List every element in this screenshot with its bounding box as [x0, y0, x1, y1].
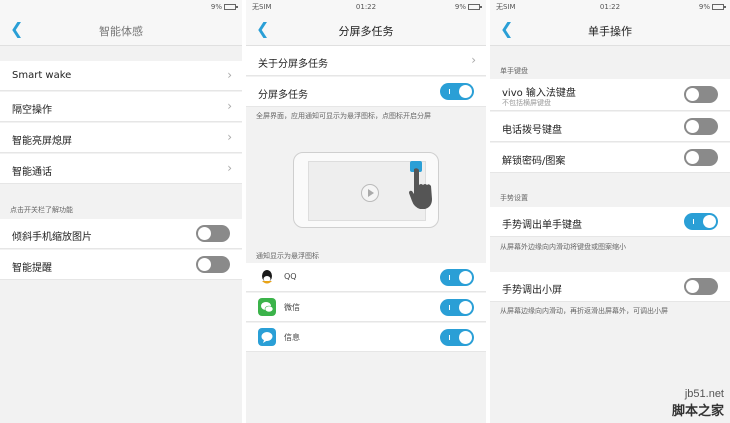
chevron-right-icon: › — [471, 53, 476, 67]
status-bar: 无SIM 01:22 9% — [490, 0, 730, 14]
qq-icon — [258, 268, 276, 286]
toggle-row-smart-reminder: 智能提醒 — [0, 250, 242, 280]
toggle-label: 解锁密码/图案 — [502, 156, 566, 167]
toggle-row-tilt-zoom: 倾斜手机缩放图片 — [0, 219, 242, 249]
menu-item-label: 关于分屏多任务 — [258, 59, 328, 70]
title-bar: ❮ 分屏多任务 — [246, 14, 486, 46]
toggle-sublabel: 不包括横屏键盘 — [502, 99, 551, 107]
title-bar: ❮ 单手操作 — [490, 14, 730, 46]
title-bar: ❮ 智能体感 — [0, 14, 242, 46]
section-header: 通知显示为悬浮图标 — [256, 252, 319, 260]
battery-percent: 9% — [454, 3, 466, 11]
menu-item-air-gesture[interactable]: 隔空操作 › — [0, 92, 242, 122]
menu-item-label: 智能亮屏熄屏 — [12, 136, 72, 147]
chevron-right-icon: › — [227, 68, 232, 82]
wechat-icon — [258, 298, 276, 316]
vivo-keyboard-toggle[interactable] — [684, 86, 718, 103]
tilt-zoom-toggle[interactable] — [196, 225, 230, 242]
battery-percent: 9% — [210, 3, 222, 11]
gesture-small-screen-toggle[interactable] — [684, 278, 718, 295]
chevron-right-icon: › — [227, 130, 232, 144]
toggle-label: 智能提醒 — [12, 263, 52, 274]
app-label: QQ — [284, 272, 297, 281]
menu-item-label: 隔空操作 — [12, 105, 52, 116]
toggle-row-unlock-pattern: 解锁密码/图案 — [490, 143, 730, 173]
battery-icon — [712, 4, 726, 10]
dialer-keyboard-toggle[interactable] — [684, 118, 718, 135]
app-label: 微信 — [284, 303, 300, 312]
app-row-wechat: 微信 — [246, 293, 486, 322]
gesture-keyboard-note: 从屏幕外边缘向内滑动将键盘或图案缩小 — [500, 243, 626, 251]
toggle-label: 电话拨号键盘 — [502, 125, 562, 136]
section-header: 点击开关栏了解功能 — [10, 206, 73, 214]
gesture-small-screen-note: 从屏幕边缘向内滑动，再折返滑出屏幕外，可调出小屏 — [500, 307, 668, 315]
one-hand-mode-screen: 无SIM 01:22 9% ❮ 单手操作 单手键盘 vivo 输入法键盘 不包括… — [490, 0, 730, 423]
toggle-row-gesture-keyboard: 手势调出单手键盘 — [490, 207, 730, 237]
menu-item-label: Smart wake — [12, 70, 72, 81]
smart-motion-screen: 9% ❮ 智能体感 Smart wake › 隔空操作 › 智能亮屏熄屏 › 智… — [0, 0, 242, 423]
menu-item-label: 智能通话 — [12, 167, 52, 178]
toggle-row-vivo-keyboard: vivo 输入法键盘 不包括横屏键盘 — [490, 79, 730, 111]
battery-icon — [224, 4, 238, 10]
app-row-messages: 信息 — [246, 323, 486, 352]
qq-float-toggle[interactable] — [440, 269, 474, 286]
toggle-row-dialer-keyboard: 电话拨号键盘 — [490, 112, 730, 142]
split-screen-screen: 无SIM 01:22 9% ❮ 分屏多任务 关于分屏多任务 › 分屏多任务 全屏… — [246, 0, 486, 423]
page-title: 分屏多任务 — [338, 25, 394, 38]
status-bar: 无SIM 01:22 9% — [246, 0, 486, 14]
unlock-pattern-toggle[interactable] — [684, 149, 718, 166]
toggle-label: 倾斜手机缩放图片 — [12, 232, 92, 243]
toggle-row-gesture-small-screen: 手势调出小屏 — [490, 272, 730, 302]
toggle-label: 分屏多任务 — [258, 90, 308, 101]
wechat-float-toggle[interactable] — [440, 299, 474, 316]
message-icon — [258, 328, 276, 346]
menu-item-smart-call[interactable]: 智能通话 › — [0, 154, 242, 184]
hand-pointer-icon — [409, 168, 432, 209]
split-screen-description: 全屏界面，应用通知可显示为悬浮图标，点图标开启分屏 — [256, 112, 431, 120]
toggle-label: 手势调出单手键盘 — [502, 220, 582, 231]
status-time: 01:22 — [355, 3, 377, 11]
split-screen-toggle-row: 分屏多任务 — [246, 77, 486, 107]
section-header: 单手键盘 — [500, 67, 528, 75]
messages-float-toggle[interactable] — [440, 329, 474, 346]
status-bar: 9% — [0, 0, 242, 14]
about-split-screen-item[interactable]: 关于分屏多任务 › — [246, 46, 486, 76]
split-screen-toggle[interactable] — [440, 83, 474, 100]
chevron-right-icon: › — [227, 99, 232, 113]
status-time: 01:22 — [599, 3, 621, 11]
gesture-keyboard-toggle[interactable] — [684, 213, 718, 230]
split-screen-illustration — [293, 152, 439, 228]
watermark-url: jb51.net — [684, 388, 724, 400]
watermark: jb51.net 脚本之家 — [672, 388, 724, 419]
toggle-label: 手势调出小屏 — [502, 285, 562, 296]
battery-percent: 9% — [698, 3, 710, 11]
watermark-name: 脚本之家 — [671, 404, 724, 419]
menu-item-smart-wake[interactable]: Smart wake › — [0, 61, 242, 91]
section-header: 手势设置 — [500, 194, 528, 202]
battery-icon — [468, 4, 482, 10]
smart-reminder-toggle[interactable] — [196, 256, 230, 273]
chevron-right-icon: › — [227, 161, 232, 175]
app-label: 信息 — [284, 333, 300, 342]
menu-item-smart-screen[interactable]: 智能亮屏熄屏 › — [0, 123, 242, 153]
page-title: 单手操作 — [588, 25, 632, 38]
page-title: 智能体感 — [99, 25, 143, 38]
toggle-label: vivo 输入法键盘 — [502, 88, 576, 99]
play-icon — [361, 184, 379, 202]
app-row-qq: QQ — [246, 263, 486, 292]
